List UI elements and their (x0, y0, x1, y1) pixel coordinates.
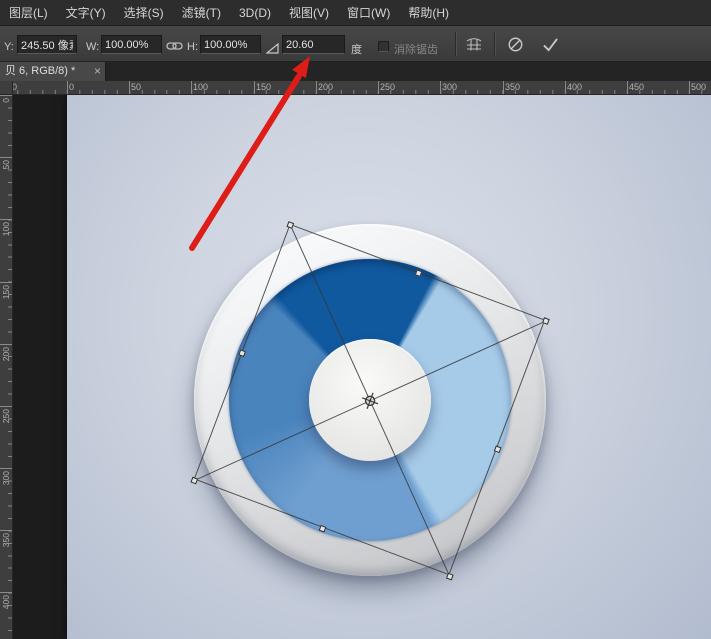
ruler-tick-label: 350 (1, 533, 11, 547)
menu-item[interactable]: 滤镜(T) (173, 0, 230, 26)
ruler-tick (0, 219, 12, 220)
menu-item[interactable]: 窗口(W) (338, 0, 399, 26)
ruler-tick-label: 0 (1, 98, 11, 103)
rotation-angle-icon (266, 41, 279, 59)
ruler-tick (0, 282, 12, 283)
ruler-tick: 450 (627, 81, 628, 94)
ruler-tick-label: 50 (1, 160, 11, 169)
ruler-tick (0, 468, 12, 469)
ruler-minor-ticks (8, 95, 12, 639)
ruler-tick (0, 157, 12, 158)
transform-handle-bottom-right[interactable] (446, 573, 454, 581)
options-separator (455, 32, 457, 56)
height-percent-input[interactable] (200, 35, 261, 54)
ruler-tick (0, 344, 12, 345)
antialias-label: 消除锯齿 (394, 41, 438, 57)
menu-item[interactable]: 3D(D) (230, 0, 280, 26)
menu-bar: 图层(L)文字(Y)选择(S)滤镜(T)3D(D)视图(V)窗口(W)帮助(H) (0, 0, 711, 26)
ruler-tick-label: 400 (1, 595, 11, 609)
width-percent-input[interactable] (101, 35, 162, 54)
maintain-aspect-ratio-link-icon[interactable] (166, 39, 183, 57)
menu-item[interactable]: 视图(V) (280, 0, 338, 26)
document-tab-bar: 贝 6, RGB/8) * × (0, 62, 711, 81)
width-label: W: (86, 41, 99, 53)
ruler-vertical[interactable]: 0 50 100 150 200 250 300 350 400 (0, 95, 13, 639)
ruler-tick: 200 (316, 81, 317, 94)
menu-item[interactable]: 选择(S) (115, 0, 173, 26)
y-coordinate-label: Y: (4, 41, 14, 53)
ruler-tick-label: 100 (1, 222, 11, 236)
document-tab-title: 贝 6, RGB/8) * (5, 65, 75, 77)
ruler-tick (0, 406, 12, 407)
antialias-checkbox[interactable] (378, 41, 389, 52)
ruler-tick: 50 (129, 81, 130, 94)
close-icon[interactable]: × (94, 62, 101, 80)
transform-options-bar: Y: W: H: 度 消除锯齿 (0, 26, 711, 62)
ruler-tick: 0 (67, 81, 68, 94)
ruler-tick: 300 (440, 81, 441, 94)
ruler-tick: 150 (254, 81, 255, 94)
document-tab[interactable]: 贝 6, RGB/8) * × (0, 62, 106, 81)
ruler-tick: 400 (565, 81, 566, 94)
commit-transform-icon[interactable] (537, 34, 563, 55)
degree-unit-label: 度 (351, 41, 362, 57)
height-label: H: (187, 41, 198, 53)
ruler-tick (0, 592, 12, 593)
cancel-transform-icon[interactable] (502, 34, 528, 55)
transform-handle-bottom-left[interactable] (190, 477, 198, 485)
ruler-tick: 100 (191, 81, 192, 94)
ruler-horizontal[interactable]: 50050100150200250300350400450500 (0, 81, 711, 95)
ruler-tick (0, 530, 12, 531)
menu-item[interactable]: 帮助(H) (399, 0, 458, 26)
ruler-tick-label: 250 (1, 409, 11, 423)
ruler-tick (0, 95, 12, 96)
ruler-corner (0, 81, 13, 95)
options-separator (494, 32, 496, 56)
rotation-angle-input[interactable] (282, 35, 345, 54)
warp-mode-toggle-icon[interactable] (461, 34, 487, 55)
ruler-minor-ticks (0, 90, 711, 94)
menu-items: 图层(L)文字(Y)选择(S)滤镜(T)3D(D)视图(V)窗口(W)帮助(H) (0, 0, 458, 26)
canvas-document[interactable] (67, 95, 711, 639)
menu-item[interactable]: 图层(L) (0, 0, 57, 26)
ruler-tick-label: 150 (1, 285, 11, 299)
ruler-tick-label: 300 (1, 471, 11, 485)
y-coordinate-input[interactable] (17, 35, 77, 54)
ruler-tick: 250 (378, 81, 379, 94)
ruler-tick-label: 200 (1, 347, 11, 361)
menu-item[interactable]: 文字(Y) (57, 0, 115, 26)
ruler-tick: 350 (503, 81, 504, 94)
ruler-tick: 500 (689, 81, 690, 94)
